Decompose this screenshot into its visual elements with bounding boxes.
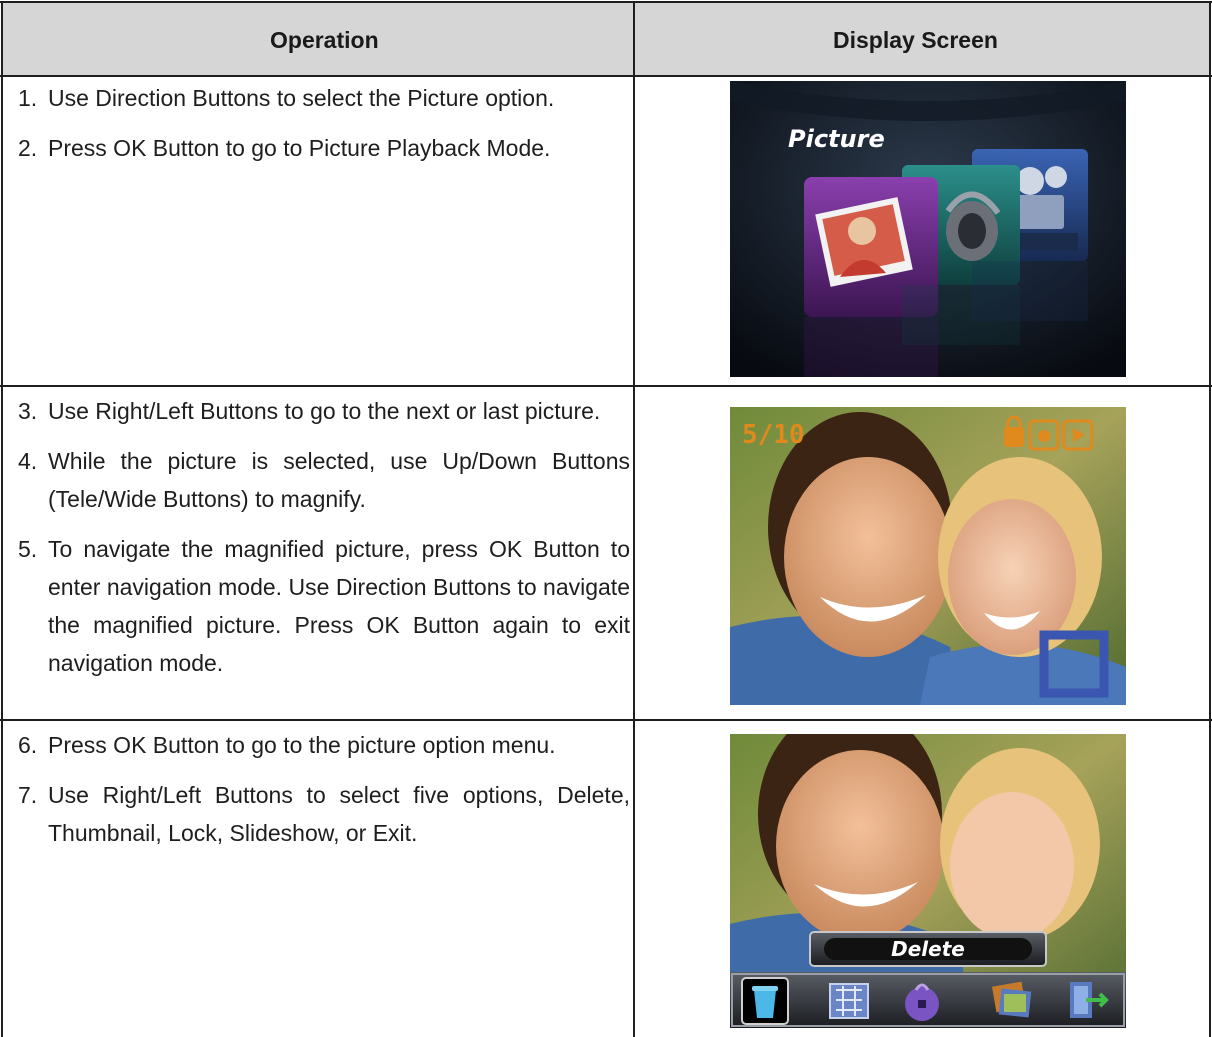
row2-operation-cell: 3. Use Right/Left Buttons to go to the ne… <box>18 392 630 694</box>
thumbnail-icon[interactable] <box>829 983 869 1019</box>
step-item: 4. While the picture is selected, use Up/… <box>18 448 630 512</box>
step-item: 7. Use Right/Left Buttons to select five … <box>18 782 630 846</box>
menu-title: Picture <box>788 125 885 153</box>
header-operation-label: Operation <box>270 27 379 53</box>
row1-operation-cell: 1. Use Direction Buttons to select the Pi… <box>18 79 630 179</box>
main-menu-screen: Picture <box>730 81 1126 377</box>
table-divider-row2 <box>0 719 1212 721</box>
operation-table: Operation Display Screen 1. Use Direction… <box>0 0 1212 1037</box>
step-item: 6. Press OK Button to go to the picture o… <box>18 732 556 758</box>
option-menu-screen: Delete <box>730 734 1126 1028</box>
header-display-label: Display Screen <box>833 27 998 53</box>
table-border-right <box>1209 1 1211 1037</box>
step-item: 3. Use Right/Left Buttons to go to the ne… <box>18 398 601 424</box>
picture-counter: 5/10 <box>742 420 805 450</box>
table-header-operation: Operation <box>2 3 633 75</box>
playback-screen: 5/10 <box>730 407 1126 705</box>
step-item: 5. To navigate the magnified picture, pre… <box>18 536 630 676</box>
row3-operation-cell: 6. Press OK Button to go to the picture o… <box>18 726 630 864</box>
trash-icon[interactable] <box>741 977 789 1025</box>
table-border-left <box>1 1 3 1037</box>
table-border-top <box>0 1 1212 3</box>
table-header-display: Display Screen <box>635 3 1210 75</box>
table-divider-row1 <box>0 385 1212 387</box>
table-divider-header <box>0 75 1212 77</box>
menu-option-label: Delete <box>891 937 965 961</box>
step-item: 2. Press OK Button to go to Picture Playb… <box>18 135 551 161</box>
step-item: 1. Use Direction Buttons to select the Pi… <box>18 85 555 111</box>
picture-icon <box>804 177 938 377</box>
table-divider-column <box>633 1 635 1037</box>
